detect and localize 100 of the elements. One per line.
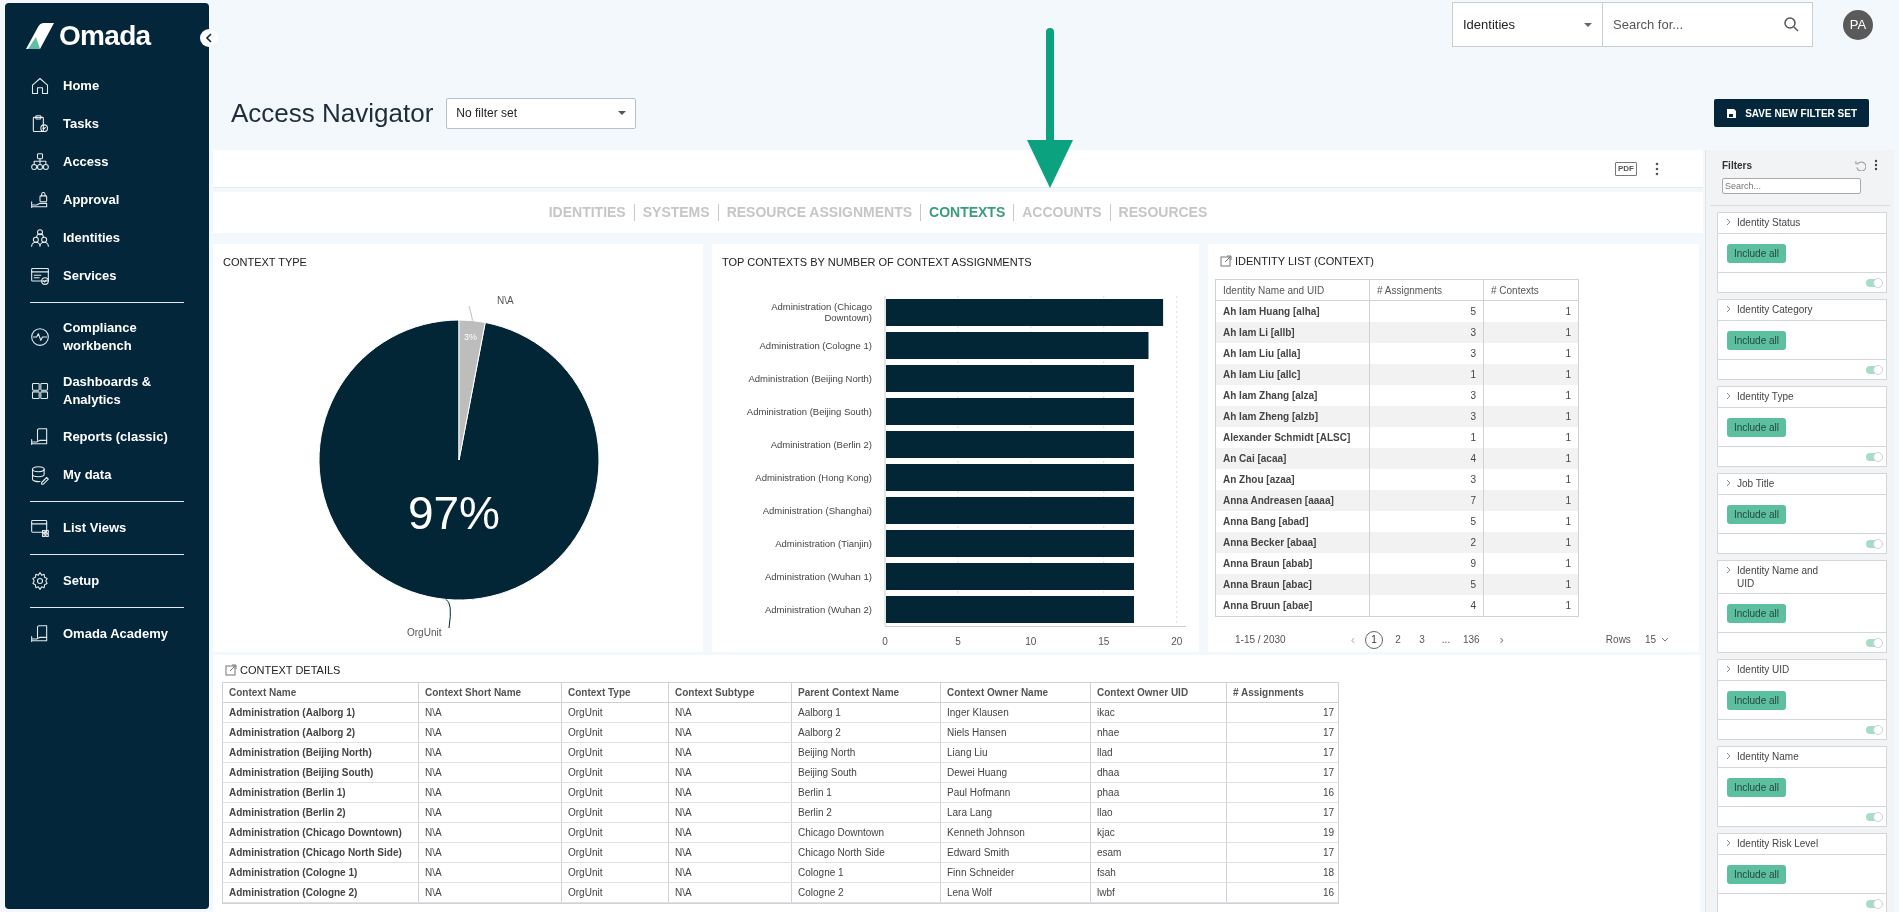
search-icon[interactable] [1784,17,1799,32]
page-button[interactable]: 3 [1413,630,1431,649]
logo-icon [25,23,55,49]
table-cell: nhae [1091,723,1227,742]
toggle-switch[interactable] [1866,899,1882,908]
filter-title[interactable]: Identity Type [1737,390,1794,403]
nav-item[interactable]: Home [5,67,209,105]
table-cell-text: 1 [1564,326,1572,340]
filter-title[interactable]: Job Title [1737,477,1775,490]
column-header[interactable]: Parent Context Name [792,683,941,702]
table-cell: N\A [669,823,792,842]
column-header[interactable]: # Assignments [1227,683,1340,702]
chevron-left-icon [205,33,213,43]
column-header[interactable]: Identity Name and UID [1216,280,1370,300]
column-header[interactable]: Context Name [223,683,419,702]
nav-item[interactable]: Compliance workbench [5,310,209,364]
filter-set-dropdown[interactable]: No filter set [446,97,637,129]
table-cell: Finn Schneider [941,863,1091,882]
chevron-right-icon[interactable] [1726,752,1731,760]
table-cell: Administration (Cologne 2) [223,883,419,902]
nav-item[interactable]: List Views [5,509,209,547]
toggle-switch[interactable] [1866,539,1882,548]
filter-search-field[interactable]: Search... [1722,178,1861,194]
column-header[interactable]: Context Subtype [669,683,792,702]
include-all-chip[interactable]: Include all [1727,690,1787,710]
toggle-switch[interactable] [1866,812,1882,821]
toggle-switch[interactable] [1866,638,1882,647]
filter-title[interactable]: Identity Status [1737,216,1801,229]
chevron-right-icon[interactable] [1726,839,1731,847]
collapse-button[interactable] [200,29,218,47]
include-all-chip[interactable]: Include all [1727,777,1787,797]
chevron-right-icon[interactable] [1726,392,1731,400]
include-all-chip[interactable]: Include all [1727,864,1787,884]
column-header[interactable]: Context Type [562,683,669,702]
filter-title[interactable]: Identity Category [1737,303,1813,316]
page-button[interactable]: 136 [1461,630,1482,649]
filter-title[interactable]: Identity Name [1737,750,1799,763]
table-cell: OrgUnit [562,883,669,902]
save-filter-button[interactable]: SAVE NEW FILTER SET [1714,99,1869,127]
user-avatar[interactable]: PA [1843,10,1873,40]
table-cell: N\A [419,783,562,802]
chevron-right-icon[interactable] [1726,218,1731,226]
column-header[interactable]: # Assignments [1370,280,1484,300]
search-field[interactable]: Search for... [1603,2,1813,47]
more-options-icon[interactable] [1655,161,1659,176]
chevron-right-icon[interactable] [1726,305,1731,313]
filter-title[interactable]: Identity Risk Level [1737,837,1819,850]
chevron-right-icon[interactable] [1726,479,1731,487]
panel-title: Filters [1722,158,1752,173]
table-cell: N\A [419,843,562,862]
toggle-switch[interactable] [1866,365,1882,374]
table-cell-text: 17 [1321,706,1335,720]
table-cell-text: 1 [1564,536,1572,550]
table-cell-text: 1 [1564,347,1572,361]
include-all-chip[interactable]: Include all [1727,417,1787,437]
chevron-right-icon[interactable] [1726,665,1731,673]
next-page-button[interactable]: › [1495,629,1508,650]
table-cell: N\A [669,703,792,722]
nav-item[interactable]: Services [5,257,209,295]
table-cell-text: 1 [1564,431,1572,445]
scope-dropdown[interactable]: Identities [1452,2,1603,47]
rows-per-page-dropdown[interactable]: 15 [1644,632,1669,647]
include-all-chip[interactable]: Include all [1727,243,1787,263]
table-cell: Aalborg 2 [792,723,941,742]
database-icon [30,465,50,485]
data-label: 97% [407,487,501,539]
nav-item[interactable]: Identities [5,219,209,257]
nav-item[interactable]: Dashboards & Analytics [5,364,209,418]
column-header[interactable]: Context Short Name [419,683,562,702]
toggle-switch[interactable] [1866,725,1882,734]
toggle-switch[interactable] [1866,278,1882,287]
column-header[interactable]: # Contexts [1484,280,1578,300]
nav-item[interactable]: Setup [5,562,209,600]
expand-icon[interactable] [225,664,237,676]
page-button[interactable]: ... [1437,630,1455,649]
nav-item[interactable]: My data [5,456,209,494]
table-cell: dhaa [1091,763,1227,782]
chevron-right-icon[interactable] [1726,566,1731,574]
nav-item[interactable]: Reports (classic) [5,418,209,456]
more-options-icon[interactable] [1874,159,1878,171]
nav-item[interactable]: Access [5,143,209,181]
filter-title[interactable]: Identity Name and UID [1737,564,1833,590]
table-cell: OrgUnit [562,783,669,802]
filter-title[interactable]: Identity UID [1737,663,1790,676]
nav-item[interactable]: Tasks [5,105,209,143]
table-cell: OrgUnit [562,823,669,842]
table-cell: Edward Smith [941,843,1091,862]
include-all-chip[interactable]: Include all [1727,330,1787,350]
column-header[interactable]: Context Owner UID [1091,683,1227,702]
expand-icon[interactable] [1220,255,1232,267]
include-all-chip[interactable]: Include all [1727,504,1787,524]
table-cell: fsah [1091,863,1227,882]
include-all-chip[interactable]: Include all [1727,603,1787,623]
pdf-export-button[interactable]: PDF [1615,161,1637,176]
nav-item[interactable]: Approval [5,181,209,219]
toggle-switch[interactable] [1866,452,1882,461]
nav-item[interactable]: Omada Academy [5,615,209,653]
page-button[interactable]: 2 [1389,630,1407,649]
reset-icon[interactable] [1855,159,1866,171]
column-header[interactable]: Context Owner Name [941,683,1091,702]
